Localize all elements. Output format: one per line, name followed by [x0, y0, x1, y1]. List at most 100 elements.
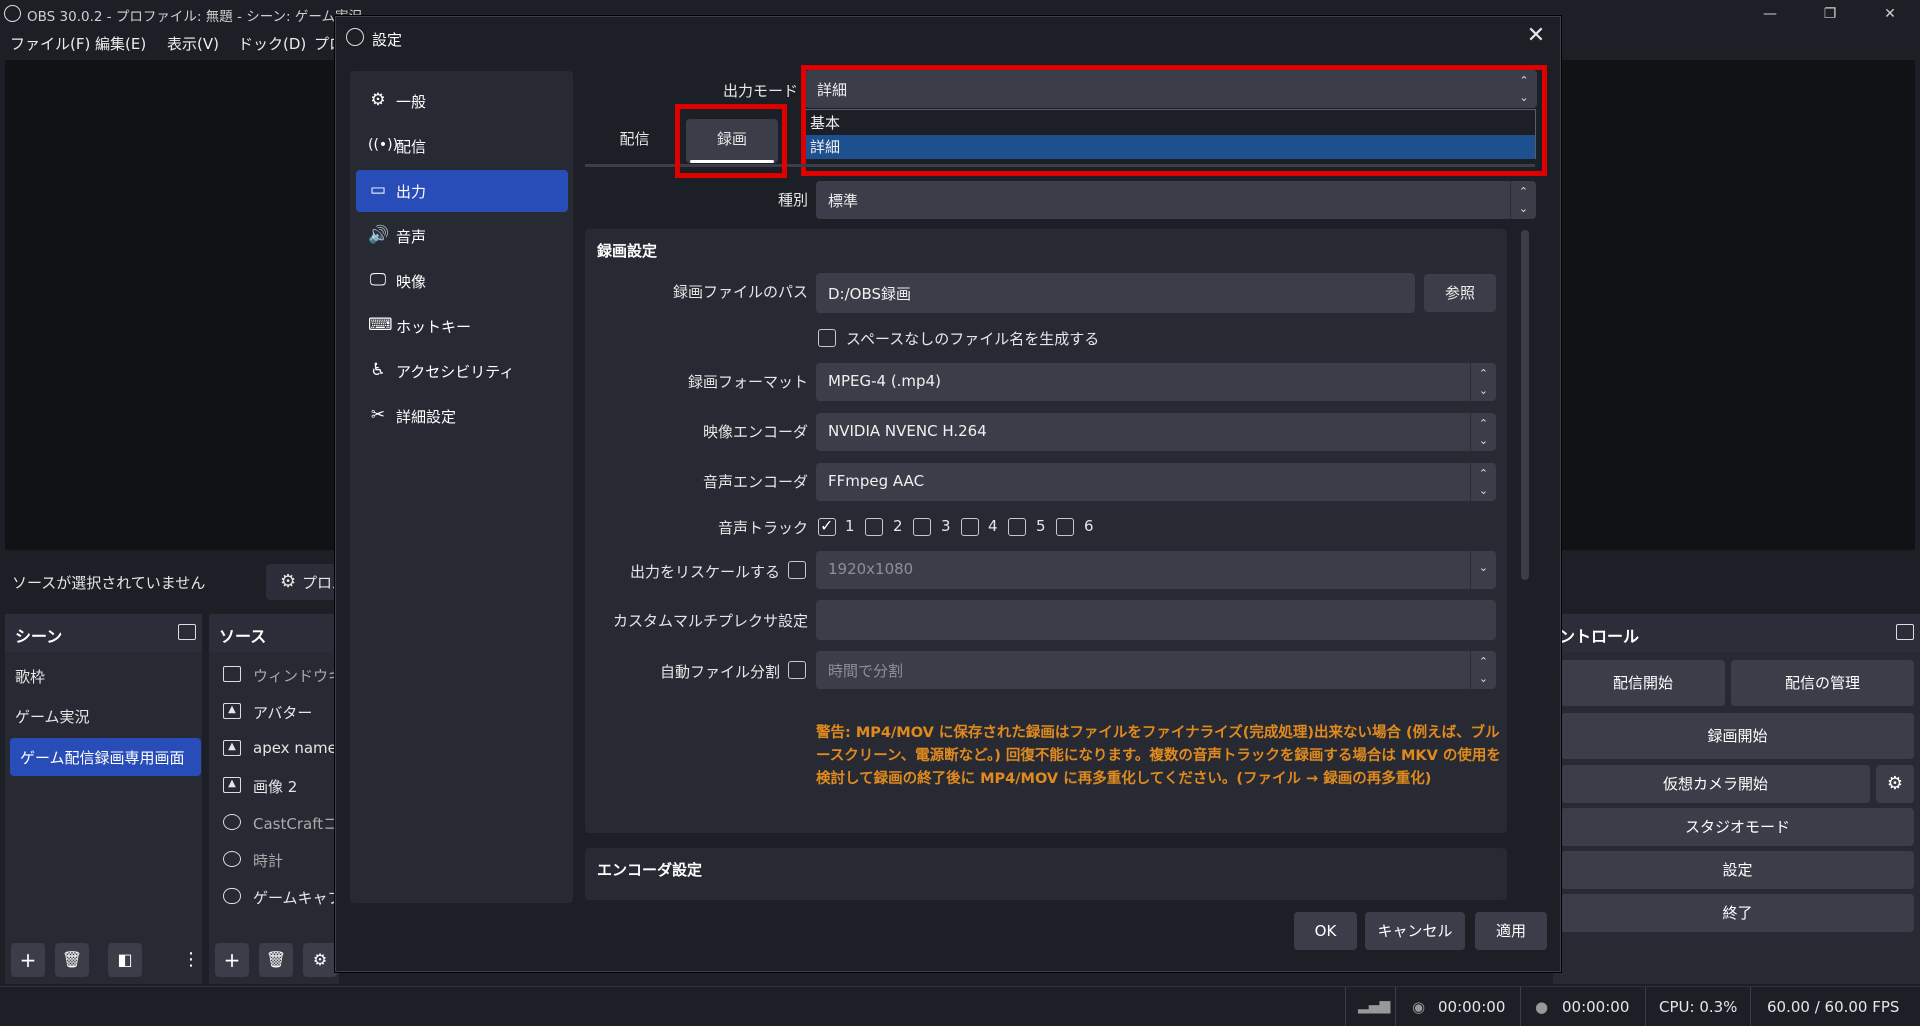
- stream-time: 00:00:00: [1438, 998, 1506, 1016]
- type-select[interactable]: 標準 ⌃ ⌄: [816, 181, 1536, 219]
- auto-split-select[interactable]: 時間で分割 ⌃ ⌄: [816, 651, 1496, 689]
- source-label: apex name: [253, 739, 337, 757]
- obs-logo-icon: [4, 5, 21, 22]
- video-encoder-select[interactable]: NVIDIA NVENC H.264 ⌃ ⌄: [816, 413, 1496, 451]
- format-select[interactable]: MPEG-4 (.mp4) ⌃ ⌄: [816, 363, 1496, 401]
- scene-item[interactable]: ゲーム実況: [5, 697, 201, 735]
- nav-item-accessibility[interactable]: ♿ アクセシビリティ: [356, 350, 568, 392]
- broadcast-status-icon: ◉: [1412, 998, 1426, 1016]
- source-properties-button[interactable]: ⚙: [303, 943, 337, 977]
- add-scene-button[interactable]: +: [11, 943, 45, 977]
- nav-item-output[interactable]: ▭ 出力: [356, 170, 568, 212]
- tab-stream[interactable]: 配信: [587, 119, 682, 163]
- audio-track-checkbox[interactable]: [913, 518, 931, 536]
- format-label: 録画フォーマット: [687, 373, 808, 391]
- nav-item-advanced[interactable]: ✂ 詳細設定: [356, 395, 568, 437]
- audio-encoder-select[interactable]: FFmpeg AAC ⌃ ⌄: [816, 463, 1496, 501]
- signal-bars-icon: ▂▄▆: [1358, 998, 1391, 1014]
- recording-path-input[interactable]: D:/OBS録画: [816, 273, 1415, 313]
- menu-view[interactable]: 表示(V): [167, 33, 219, 54]
- image-icon: ▲: [223, 777, 241, 793]
- ok-button[interactable]: OK: [1294, 912, 1357, 950]
- close-button[interactable]: ✕: [1860, 0, 1920, 28]
- no-space-checkbox[interactable]: [818, 329, 836, 347]
- fps-readout: 60.00 / 60.00 FPS: [1767, 998, 1900, 1016]
- settings-button[interactable]: 設定: [1561, 851, 1914, 889]
- muxer-input[interactable]: [816, 600, 1496, 640]
- controls-title: ントロール: [1559, 627, 1640, 646]
- audio-track-label: 音声トラック: [717, 519, 808, 537]
- source-item[interactable]: CastCraftコ: [209, 805, 339, 842]
- nav-item-general[interactable]: ⚙ 一般: [356, 80, 568, 122]
- sources-dock-header: ソース: [209, 614, 339, 652]
- red-highlight-box: [801, 65, 1547, 176]
- apply-button[interactable]: 適用: [1475, 912, 1547, 950]
- minimize-button[interactable]: —: [1740, 0, 1800, 28]
- monitor-icon: 🖵: [369, 270, 387, 290]
- audio-track-number: 5: [1036, 517, 1046, 535]
- chevron-updown-icon: ⌃ ⌄: [1470, 463, 1496, 501]
- source-item[interactable]: ▲ 画像 2: [209, 768, 339, 805]
- nav-item-stream[interactable]: ((•)) 配信: [356, 125, 568, 167]
- nav-item-hotkeys[interactable]: ⌨ ホットキー: [356, 305, 568, 347]
- sources-toolbar: + 🗑 ⚙: [209, 936, 339, 984]
- controls-dock: ントロール 配信開始 配信の管理 録画開始 仮想カメラ開始 ⚙ スタジオモード …: [1553, 614, 1920, 984]
- nav-item-audio[interactable]: 🔊 音声: [356, 215, 568, 257]
- close-icon[interactable]: ✕: [1522, 23, 1550, 48]
- maximize-button[interactable]: ❐: [1800, 0, 1860, 28]
- red-highlight-box: [675, 104, 787, 178]
- chevron-updown-icon: ⌃ ⌄: [1510, 181, 1536, 219]
- auto-split-checkbox[interactable]: [788, 661, 806, 679]
- properties-button[interactable]: ⚙ プロパ: [266, 564, 347, 600]
- accessibility-icon: ♿: [370, 360, 386, 380]
- undock-icon[interactable]: [178, 624, 196, 640]
- scene-item-active[interactable]: ゲーム配信録画専用画面: [10, 738, 201, 776]
- menu-edit[interactable]: 編集(E): [95, 33, 146, 54]
- chevron-updown-icon: ⌃ ⌄: [1470, 363, 1496, 401]
- studio-mode-button[interactable]: スタジオモード: [1561, 808, 1914, 846]
- type-label: 種別: [777, 191, 808, 209]
- sources-title: ソース: [219, 627, 267, 646]
- settings-scrollbar[interactable]: [1521, 230, 1529, 580]
- remove-scene-button[interactable]: 🗑: [55, 943, 89, 977]
- output-mode-label: 出力モード: [722, 82, 798, 100]
- start-stream-button[interactable]: 配信開始: [1561, 660, 1725, 706]
- audio-track-checkbox[interactable]: [1056, 518, 1074, 536]
- window-icon: [223, 666, 241, 682]
- browse-button[interactable]: 参照: [1424, 274, 1496, 312]
- exit-button[interactable]: 終了: [1561, 894, 1914, 932]
- source-label: CastCraftコ: [253, 815, 339, 833]
- add-source-button[interactable]: +: [215, 943, 249, 977]
- scenes-dock: シーン 歌枠 ゲーム実況 ゲーム配信録画専用画面 + 🗑 ◧ ⋮: [5, 614, 202, 984]
- start-record-button[interactable]: 録画開始: [1561, 713, 1914, 759]
- source-item[interactable]: ウィンドウキャ: [209, 657, 339, 694]
- source-item[interactable]: ▲ apex name: [209, 731, 339, 768]
- menu-dock[interactable]: ドック(D): [238, 33, 306, 54]
- more-menu-icon[interactable]: ⋮: [182, 943, 200, 977]
- start-virtual-camera-button[interactable]: 仮想カメラ開始: [1561, 765, 1870, 803]
- type-value: 標準: [828, 192, 859, 210]
- controls-dock-header: ントロール: [1553, 614, 1920, 652]
- audio-track-checkbox[interactable]: [961, 518, 979, 536]
- rescale-checkbox[interactable]: [788, 561, 806, 579]
- source-item[interactable]: 時計: [209, 842, 339, 879]
- scene-item[interactable]: 歌枠: [5, 657, 201, 695]
- divider: [1520, 987, 1521, 1026]
- rescale-select[interactable]: 1920x1080 ⌄: [816, 551, 1496, 589]
- mp4-warning-text: 警告: MP4/MOV に保存された録画はファイルをファイナライズ(完成処理)出…: [816, 725, 1501, 787]
- audio-track-checkbox[interactable]: [1008, 518, 1026, 536]
- no-space-label: スペースなしのファイル名を生成する: [846, 330, 1100, 348]
- source-item[interactable]: ゲームキャプ: [209, 879, 339, 916]
- source-item[interactable]: ▲ アバター: [209, 694, 339, 731]
- auto-split-label: 自動ファイル分割: [659, 663, 780, 681]
- remove-source-button[interactable]: 🗑: [259, 943, 293, 977]
- audio-track-checkbox[interactable]: [865, 518, 883, 536]
- virtual-camera-settings-gear-icon[interactable]: ⚙: [1876, 765, 1914, 803]
- manage-stream-button[interactable]: 配信の管理: [1731, 660, 1914, 706]
- undock-icon[interactable]: [1896, 624, 1914, 640]
- scene-filters-button[interactable]: ◧: [108, 943, 142, 977]
- audio-track-checkbox[interactable]: [818, 516, 836, 536]
- nav-item-video[interactable]: 🖵 映像: [356, 260, 568, 302]
- menu-file[interactable]: ファイル(F): [10, 33, 90, 54]
- cancel-button[interactable]: キャンセル: [1365, 912, 1465, 950]
